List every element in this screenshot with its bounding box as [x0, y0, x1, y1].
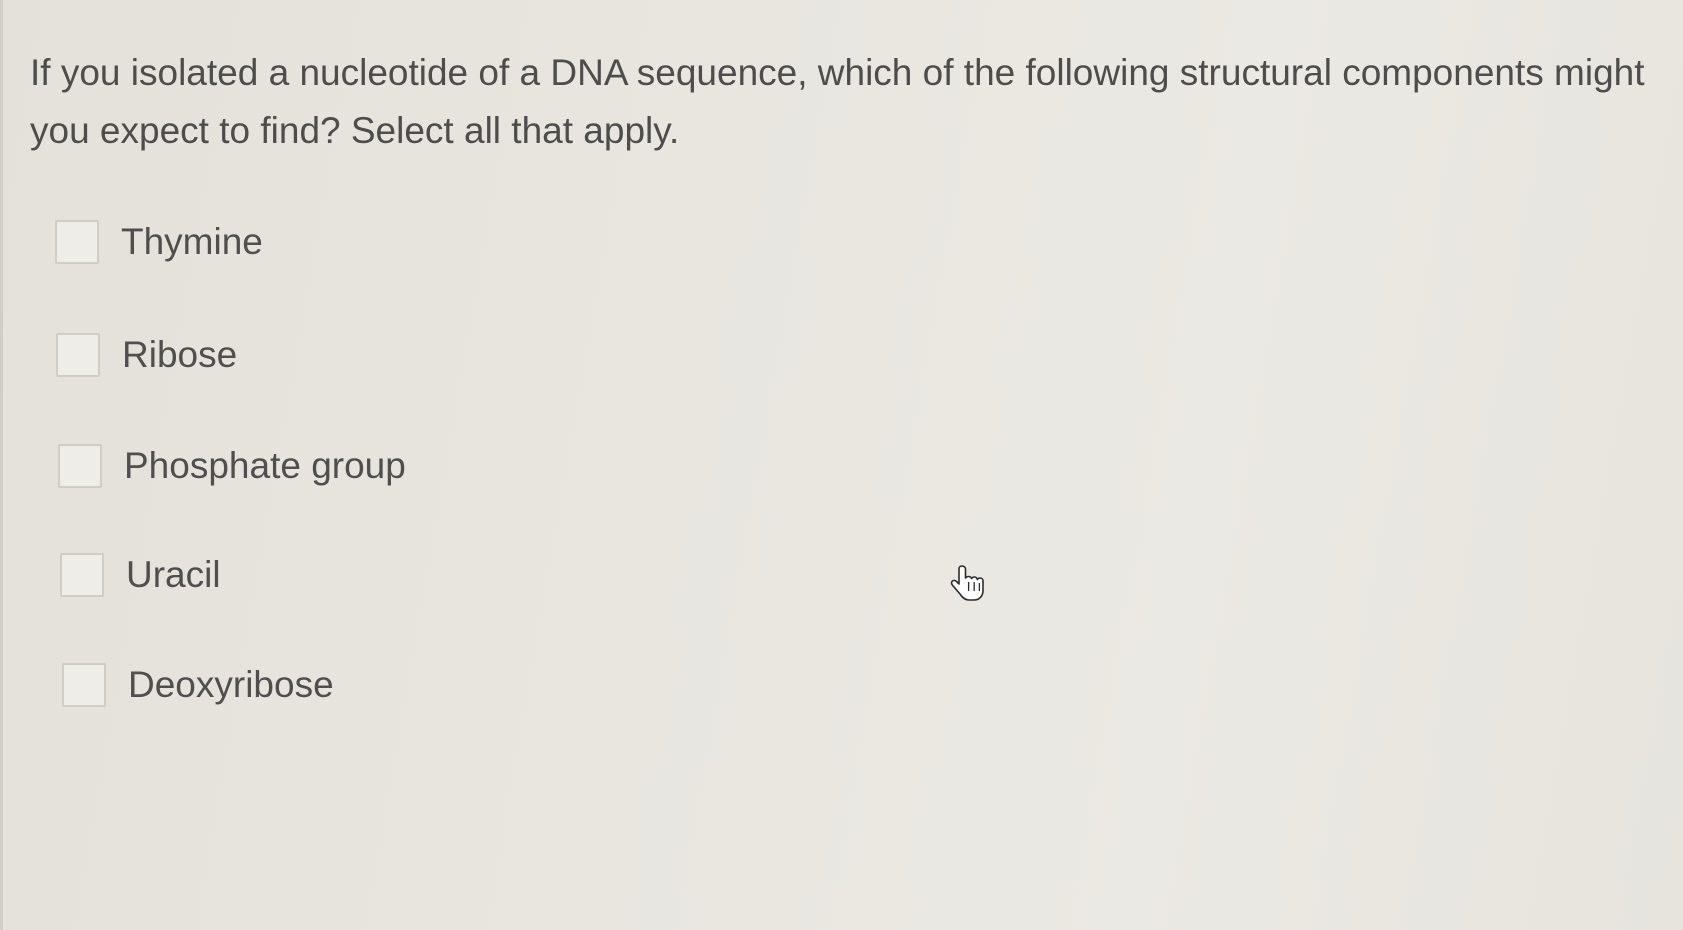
checkbox[interactable] [55, 220, 99, 264]
option-thymine[interactable]: Thymine [55, 216, 263, 268]
option-label: Thymine [121, 221, 263, 262]
checkbox[interactable] [58, 444, 102, 488]
option-deoxyribose[interactable]: Deoxyribose [62, 659, 334, 711]
question-text: If you isolated a nucleotide of a DNA se… [30, 52, 1645, 151]
option-ribose[interactable]: Ribose [56, 329, 237, 381]
question-page: If you isolated a nucleotide of a DNA se… [0, 0, 1683, 930]
option-label: Ribose [122, 334, 238, 375]
checkbox[interactable] [62, 663, 106, 707]
option-label: Phosphate group [124, 445, 406, 486]
checkbox[interactable] [60, 553, 104, 597]
checkbox[interactable] [56, 333, 100, 377]
screen-edge [0, 0, 3, 930]
option-phosphate-group[interactable]: Phosphate group [58, 440, 406, 492]
hand-pointer-icon [950, 565, 984, 601]
option-label: Uracil [126, 554, 221, 595]
option-uracil[interactable]: Uracil [60, 549, 221, 601]
option-label: Deoxyribose [128, 664, 334, 705]
